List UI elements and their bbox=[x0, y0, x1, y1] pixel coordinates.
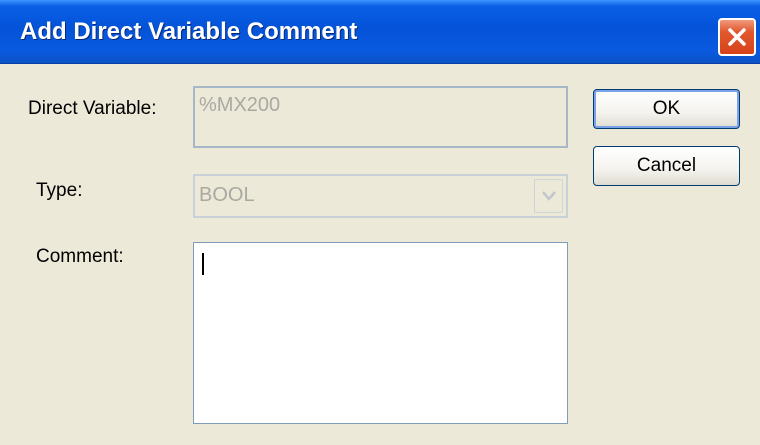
type-dropdown-button bbox=[534, 179, 563, 213]
type-value: BOOL bbox=[199, 184, 255, 206]
direct-variable-label: Direct Variable: bbox=[28, 98, 157, 119]
close-icon bbox=[728, 28, 746, 46]
text-caret bbox=[202, 253, 204, 275]
type-select: BOOL bbox=[193, 174, 568, 218]
add-direct-variable-comment-dialog: Add Direct Variable Comment Direct Varia… bbox=[0, 0, 760, 445]
close-button[interactable] bbox=[718, 18, 756, 56]
title-bar[interactable]: Add Direct Variable Comment bbox=[0, 0, 760, 64]
comment-label: Comment: bbox=[36, 246, 124, 267]
chevron-down-icon bbox=[542, 191, 556, 201]
ok-button[interactable]: OK bbox=[593, 89, 740, 129]
cancel-button[interactable]: Cancel bbox=[593, 146, 740, 186]
direct-variable-value: %MX200 bbox=[199, 94, 281, 116]
comment-input[interactable] bbox=[193, 242, 568, 424]
dialog-title: Add Direct Variable Comment bbox=[20, 18, 358, 45]
type-label: Type: bbox=[36, 180, 83, 201]
direct-variable-field: %MX200 bbox=[193, 86, 568, 148]
